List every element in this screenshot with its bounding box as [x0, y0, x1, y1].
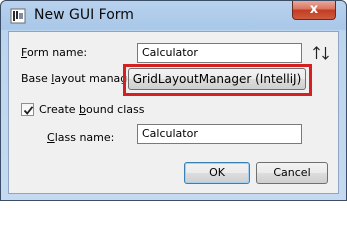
create-bound-class-checkbox[interactable] [21, 103, 34, 116]
sort-up-down-icon[interactable] [312, 45, 330, 60]
intellij-form-icon [10, 8, 26, 24]
form-name-input[interactable]: Calculator [137, 43, 302, 63]
cancel-button[interactable]: Cancel [256, 162, 328, 184]
close-icon: x [309, 2, 319, 17]
checkmark-icon [23, 106, 34, 115]
layout-manager-button[interactable]: GridLayoutManager (IntelliJ) [128, 68, 306, 90]
class-name-label: Class name: [47, 131, 115, 144]
ok-button[interactable]: OK [184, 162, 250, 184]
create-bound-class-label[interactable]: Create bound class [39, 103, 145, 116]
window-title: New GUI Form [34, 7, 134, 23]
title-bar[interactable]: New GUI Form x [1, 1, 346, 31]
dialog-content: Form name: Calculator Base layout manage… [8, 31, 339, 194]
new-gui-form-dialog: New GUI Form x Form name: Calculator Bas… [0, 0, 347, 201]
close-button[interactable]: x [292, 1, 336, 20]
class-name-input[interactable]: Calculator [137, 124, 302, 144]
form-name-label: Form name: [21, 46, 88, 59]
